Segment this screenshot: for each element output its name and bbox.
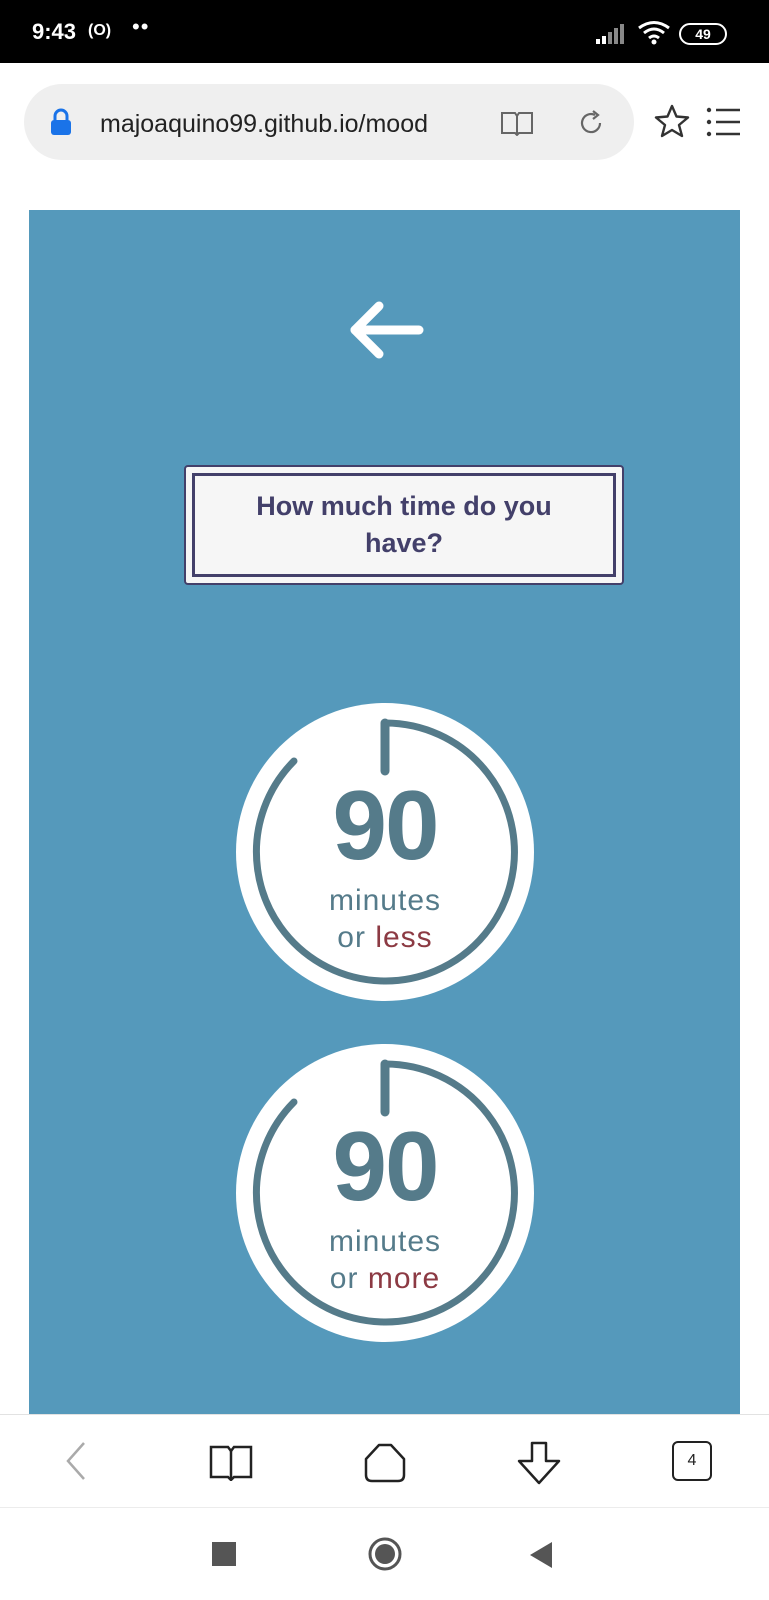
home-icon[interactable] xyxy=(362,1441,408,1485)
lock-icon xyxy=(51,108,71,135)
browser-toolbar: 4 xyxy=(0,1414,769,1508)
system-nav-bar xyxy=(0,1508,769,1600)
timer-unit: minutes xyxy=(328,1225,442,1258)
timer-qualifier: or less xyxy=(236,920,534,956)
question-box: How much time do you have? xyxy=(184,465,624,585)
menu-list-icon[interactable] xyxy=(706,106,742,138)
battery-indicator: 49 xyxy=(679,23,727,45)
arrow-left-icon[interactable] xyxy=(347,298,427,362)
timer-number: 90 xyxy=(332,770,439,880)
signal-icon xyxy=(596,24,624,44)
timer-qualifier: or more xyxy=(236,1261,534,1297)
timer-qualifier-accent: more xyxy=(367,1262,441,1295)
star-icon[interactable] xyxy=(654,104,690,138)
triangle-back-icon[interactable] xyxy=(530,1542,554,1568)
status-extra: (O) xyxy=(88,22,112,39)
timer-prefix: or xyxy=(337,921,366,954)
wifi-icon xyxy=(638,21,670,45)
timer-unit: minutes xyxy=(328,884,442,917)
url-text[interactable]: majoaquino99.github.io/mood xyxy=(100,110,458,139)
option-90-or-less-button[interactable]: 90 minutes or less xyxy=(236,703,534,1001)
tabs-count-button[interactable]: 4 xyxy=(672,1441,712,1481)
reload-icon[interactable] xyxy=(576,108,606,138)
status-bar: 9:43 (O) •• 49 xyxy=(0,0,769,63)
status-time: 9:43 xyxy=(32,19,77,44)
question-inner-frame: How much time do you have? xyxy=(192,473,616,577)
address-bar[interactable]: majoaquino99.github.io/mood xyxy=(24,84,634,160)
book-icon[interactable] xyxy=(208,1443,254,1481)
download-icon[interactable] xyxy=(515,1439,563,1487)
option-90-or-more-button[interactable]: 90 minutes or more xyxy=(236,1044,534,1342)
question-text: How much time do you have? xyxy=(256,491,552,558)
circle-icon[interactable] xyxy=(367,1536,403,1572)
timer-prefix: or xyxy=(329,1262,359,1295)
reader-mode-icon[interactable] xyxy=(500,110,534,136)
page-content: How much time do you have? 90 minutes or… xyxy=(29,210,740,1414)
timer-number: 90 xyxy=(332,1111,439,1221)
timer-qualifier-accent: less xyxy=(375,921,433,954)
chevron-left-icon[interactable] xyxy=(62,1439,90,1483)
square-icon[interactable] xyxy=(212,1542,236,1566)
status-dots: •• xyxy=(132,14,150,39)
